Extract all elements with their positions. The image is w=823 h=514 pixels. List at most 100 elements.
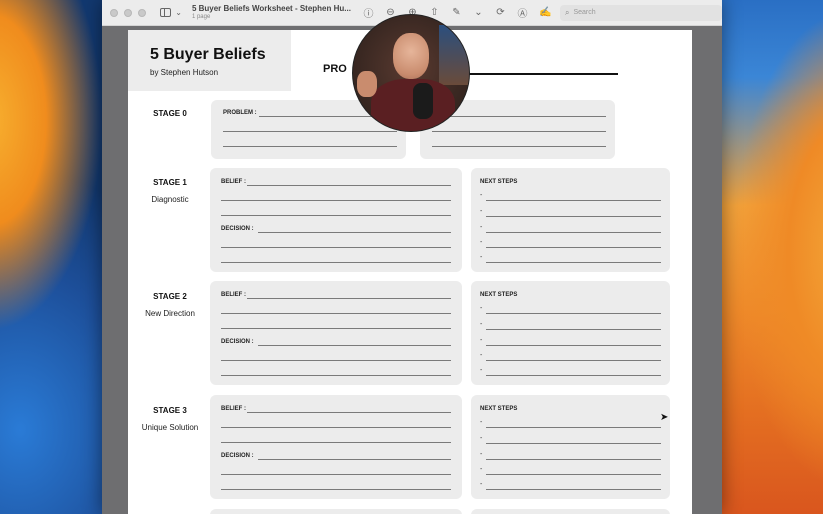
bullet: - [480, 419, 483, 426]
problem-field-label: PROBLEM : [223, 110, 257, 116]
signature-icon[interactable]: ✍ [539, 7, 551, 18]
sidebar-toggle-icon[interactable] [160, 8, 172, 17]
webcam-presenter-face [393, 33, 429, 79]
stage-2-label: STAGE 2 New Direction [128, 292, 212, 318]
stage-3-name: STAGE 3 [153, 406, 187, 415]
wallpaper-left [0, 0, 110, 514]
bullet: - [480, 224, 483, 231]
decision-label: DECISION : [221, 453, 254, 459]
next-rule [486, 329, 661, 330]
bullet: - [480, 481, 483, 488]
search-placeholder: Search [573, 9, 596, 16]
stage-4-belief-card[interactable] [210, 509, 462, 514]
decision-rule [221, 360, 451, 361]
window-subtitle: 1 page [191, 13, 211, 20]
decision-rule [221, 247, 451, 248]
minimize-button[interactable] [124, 8, 132, 17]
problem-rule [223, 146, 397, 147]
stage-0-name: STAGE 0 [153, 109, 187, 118]
next-rule [486, 474, 661, 475]
belief-rule [247, 412, 451, 413]
belief-rule [247, 185, 451, 186]
bullet: - [480, 466, 483, 473]
decision-rule [258, 459, 451, 460]
decision-rule [221, 262, 451, 263]
stage-2-next-steps-card[interactable]: NEXT STEPS - - - - - [471, 281, 670, 385]
worksheet-author: by Stephen Hutson [150, 68, 219, 77]
webcam-presenter-hand [357, 71, 377, 97]
problem-heading: PRO [323, 63, 347, 75]
secondary-rule [432, 146, 606, 147]
next-rule [486, 232, 661, 233]
stage-2-belief-card[interactable]: BELIEF : DECISION : [210, 281, 462, 385]
window-title: 5 Buyer Beliefs Worksheet - Stephen Hu..… [191, 3, 351, 13]
next-rule [486, 427, 661, 428]
belief-rule [221, 215, 451, 216]
next-steps-label: NEXT STEPS [480, 292, 518, 298]
stage-1-belief-card[interactable]: BELIEF : DECISION : [210, 168, 462, 272]
chevron-down-icon[interactable]: ⌄ [175, 8, 182, 17]
decision-rule [221, 489, 451, 490]
bullet: - [480, 337, 483, 344]
search-icon: ⌕ [564, 7, 570, 17]
belief-rule [247, 298, 451, 299]
rotate-icon[interactable]: ⟳ [495, 7, 506, 18]
zoom-button[interactable] [138, 8, 146, 17]
stage-1-desc: Diagnostic [151, 195, 189, 204]
stage-1-next-steps-card[interactable]: NEXT STEPS - - - - - [471, 168, 670, 272]
markup-pen-icon[interactable]: ✎ [451, 7, 462, 18]
belief-label: BELIEF : [221, 292, 246, 298]
wallpaper-right [713, 0, 823, 514]
stage-3-next-steps-card[interactable]: NEXT STEPS - - - - - [471, 395, 670, 499]
search-field[interactable]: ⌕ Search [559, 4, 722, 21]
decision-label: DECISION : [221, 226, 254, 232]
worksheet-title: 5 Buyer Beliefs [150, 46, 266, 63]
decision-rule [258, 232, 451, 233]
belief-rule [221, 427, 451, 428]
stage-3-label: STAGE 3 Unique Solution [128, 406, 212, 432]
bullet: - [480, 367, 483, 374]
next-rule [486, 489, 661, 490]
problem-rule [223, 131, 397, 132]
bullet: - [480, 192, 483, 199]
decision-rule [221, 474, 451, 475]
window-controls [110, 8, 146, 17]
next-rule [486, 216, 661, 217]
bullet: - [480, 435, 483, 442]
close-button[interactable] [110, 8, 118, 17]
next-rule [486, 345, 661, 346]
share-icon[interactable]: ⇧ [429, 7, 440, 18]
next-rule [486, 443, 661, 444]
webcam-background-shelf [439, 25, 469, 85]
secondary-rule [432, 131, 606, 132]
next-rule [486, 375, 661, 376]
stage-2-name: STAGE 2 [153, 292, 187, 301]
next-rule [486, 360, 661, 361]
next-rule [486, 200, 661, 201]
chevron-down-icon[interactable]: ⌄ [473, 7, 484, 18]
bullet: - [480, 321, 483, 328]
decision-rule [258, 345, 451, 346]
info-icon[interactable]: ⓘ [363, 5, 374, 20]
next-rule [486, 313, 661, 314]
stage-4-next-steps-card[interactable] [471, 509, 670, 514]
bullet: - [480, 451, 483, 458]
stage-1-label: STAGE 1 Diagnostic [128, 178, 212, 204]
stage-0-label: STAGE 0 [128, 109, 212, 118]
stage-2-desc: New Direction [145, 309, 195, 318]
stage-3-belief-card[interactable]: BELIEF : DECISION : [210, 395, 462, 499]
secondary-rule [432, 116, 606, 117]
bullet: - [480, 305, 483, 312]
belief-rule [221, 200, 451, 201]
brand-header: 5 Buyer Beliefs by Stephen Hutson [128, 30, 291, 91]
next-steps-label: NEXT STEPS [480, 179, 518, 185]
bullet: - [480, 239, 483, 246]
mouse-cursor-icon: ➤ [660, 412, 669, 423]
next-steps-label: NEXT STEPS [480, 406, 518, 412]
next-rule [486, 262, 661, 263]
highlight-icon[interactable]: Ⓐ [517, 5, 528, 20]
belief-label: BELIEF : [221, 406, 246, 412]
belief-label: BELIEF : [221, 179, 246, 185]
belief-rule [221, 313, 451, 314]
next-rule [486, 459, 661, 460]
